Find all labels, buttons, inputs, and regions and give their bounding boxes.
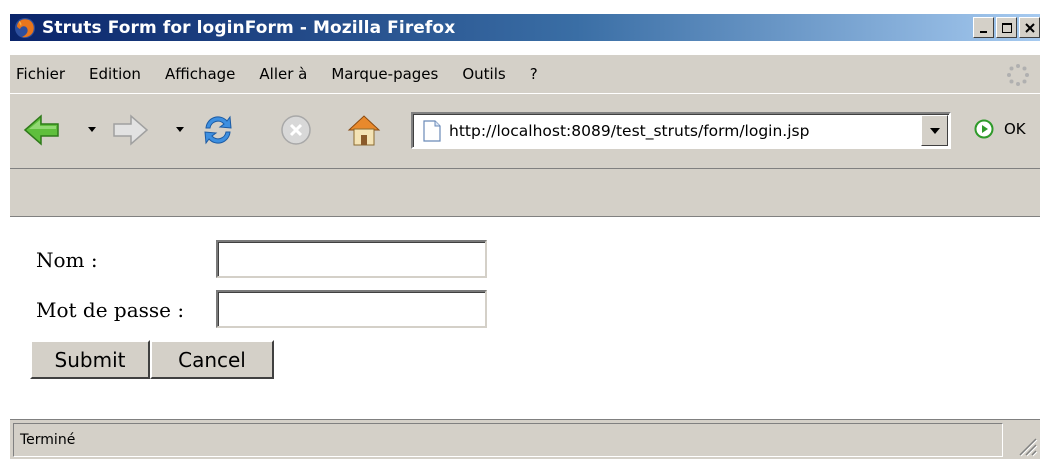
menu-affichage[interactable]: Affichage: [161, 65, 239, 83]
throbber-icon: [1007, 64, 1029, 86]
back-dropdown-icon[interactable]: [88, 127, 96, 132]
go-button[interactable]: OK: [974, 119, 1026, 139]
stop-icon: [281, 115, 311, 145]
navigation-toolbar: http://localhost:8089/test_struts/form/l…: [10, 93, 1040, 169]
password-field[interactable]: [216, 290, 487, 328]
menu-aller[interactable]: Aller à: [255, 65, 311, 83]
menu-marque-pages[interactable]: Marque-pages: [327, 65, 442, 83]
status-bar: Terminé: [10, 419, 1040, 459]
close-button[interactable]: [1019, 17, 1040, 38]
forward-button[interactable]: [110, 110, 150, 150]
go-icon: [974, 119, 994, 139]
title-bar-inner[interactable]: Struts Form for loginForm - Mozilla Fire…: [10, 14, 1040, 41]
firefox-icon: [15, 17, 35, 38]
maximize-icon: [1001, 22, 1012, 33]
url-text[interactable]: http://localhost:8089/test_struts/form/l…: [449, 122, 809, 140]
window-controls: [973, 17, 1040, 38]
back-arrow-icon: [23, 114, 59, 146]
stop-button[interactable]: [276, 110, 316, 150]
minimize-icon: [979, 30, 987, 33]
name-label: Nom :: [36, 248, 98, 272]
forward-dropdown-icon[interactable]: [176, 127, 184, 132]
home-icon: [347, 115, 381, 146]
maximize-button[interactable]: [996, 17, 1017, 38]
name-field[interactable]: [216, 240, 487, 278]
page-icon: [423, 119, 441, 142]
status-text: Terminé: [20, 432, 76, 448]
submit-button[interactable]: Submit: [30, 340, 150, 379]
toolbar-strip: [10, 169, 1040, 217]
password-label: Mot de passe :: [36, 298, 185, 322]
menu-fichier[interactable]: Fichier: [12, 65, 69, 83]
url-bar[interactable]: http://localhost:8089/test_struts/form/l…: [411, 112, 951, 149]
menu-outils[interactable]: Outils: [458, 65, 509, 83]
title-bar: Struts Form for loginForm - Mozilla Fire…: [0, 0, 1040, 41]
menu-bar: Fichier Edition Affichage Aller à Marque…: [10, 55, 1040, 93]
close-icon: [1024, 22, 1035, 33]
back-button[interactable]: [22, 110, 62, 150]
forward-arrow-icon: [113, 114, 149, 146]
chevron-down-icon: [929, 127, 940, 134]
menu-help[interactable]: ?: [526, 65, 542, 83]
home-button[interactable]: [344, 110, 384, 150]
reload-icon: [204, 115, 232, 145]
resize-grip-icon[interactable]: [1012, 431, 1038, 457]
url-dropdown-button[interactable]: [921, 115, 948, 146]
minimize-button[interactable]: [973, 17, 994, 38]
menu-edition[interactable]: Edition: [85, 65, 145, 83]
window-title: Struts Form for loginForm - Mozilla Fire…: [42, 17, 456, 38]
go-label: OK: [1004, 120, 1026, 138]
page-content: Nom : Mot de passe : Submit Cancel: [10, 218, 1040, 419]
reload-button[interactable]: [198, 110, 238, 150]
cancel-button[interactable]: Cancel: [150, 340, 274, 379]
status-panel: Terminé: [13, 423, 1003, 457]
